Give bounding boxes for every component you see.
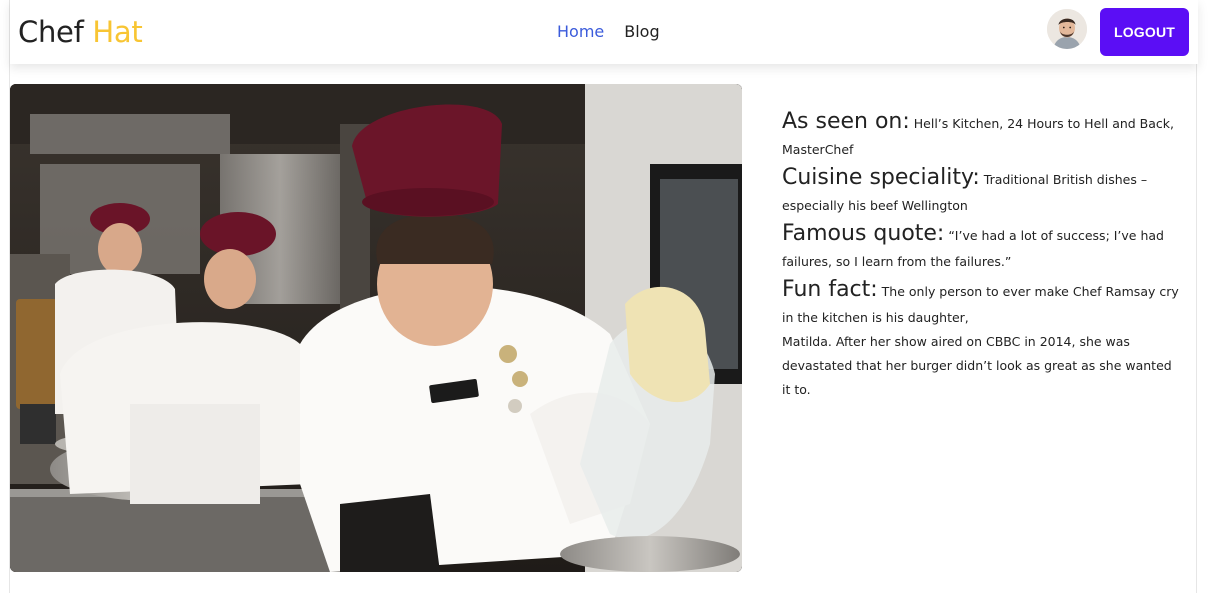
- fun-fact-continuation: Matilda. After her show aired on CBBC in…: [782, 334, 1172, 397]
- chef-kitchen-photo: [10, 84, 742, 572]
- brand-name: Chef: [18, 15, 84, 49]
- chef-info: As seen on: Hell’s Kitchen, 24 Hours to …: [782, 106, 1182, 402]
- user-avatar[interactable]: [1047, 9, 1087, 49]
- cuisine-label: Cuisine speciality:: [782, 165, 980, 190]
- nav-blog-link[interactable]: Blog: [624, 22, 659, 42]
- logout-button[interactable]: LOGOUT: [1100, 8, 1189, 56]
- seen-on-label: As seen on:: [782, 109, 910, 134]
- seen-on-paragraph: As seen on: Hell’s Kitchen, 24 Hours to …: [782, 106, 1182, 162]
- chef-kitchen-photo-icon: [10, 84, 742, 572]
- nav-links: Home Blog: [557, 22, 660, 42]
- user-avatar-icon: [1047, 9, 1087, 49]
- fun-fact-label: Fun fact:: [782, 277, 878, 302]
- brand-accent: Hat: [92, 15, 143, 49]
- brand-logo[interactable]: Chef Hat: [18, 14, 143, 50]
- quote-label: Famous quote:: [782, 221, 945, 246]
- quote-paragraph: Famous quote: “I’ve had a lot of success…: [782, 218, 1182, 274]
- fun-fact-paragraph: Fun fact: The only person to ever make C…: [782, 274, 1182, 330]
- navbar: Chef Hat Home Blog LOGOUT: [10, 0, 1198, 64]
- cuisine-paragraph: Cuisine speciality: Traditional British …: [782, 162, 1182, 218]
- nav-home-link[interactable]: Home: [557, 22, 604, 42]
